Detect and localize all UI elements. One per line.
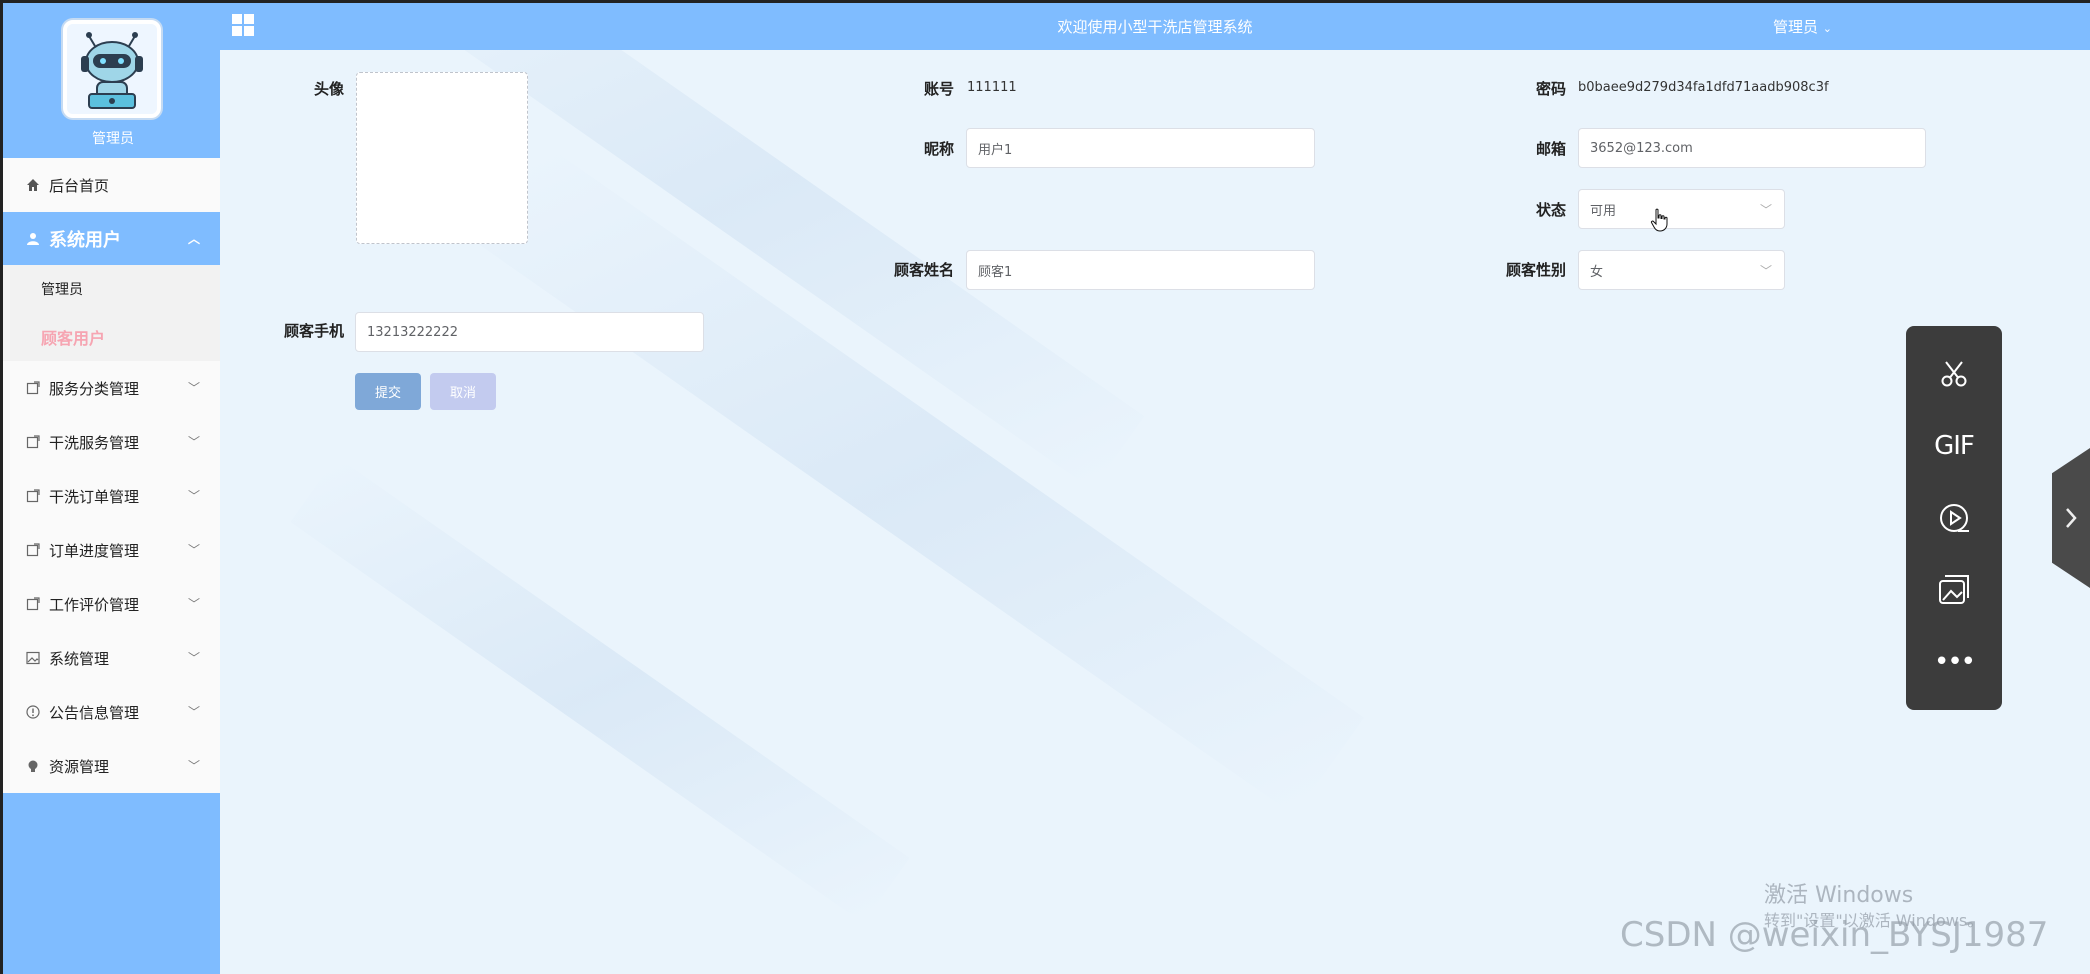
chevron-down-icon: ﹀ — [187, 759, 200, 773]
sidebar-item-label: 工作评价管理 — [49, 595, 140, 614]
sidebar-item-label: 资源管理 — [49, 757, 110, 776]
chevron-down-icon: ⌄ — [1822, 22, 1833, 35]
customer-gender-select-value: 女 — [1590, 264, 1604, 280]
bulb-icon — [25, 758, 41, 774]
chevron-down-icon: ﹀ — [187, 543, 200, 557]
avatar-upload[interactable] — [356, 72, 528, 244]
scissors-icon[interactable] — [1906, 354, 2002, 394]
avatar — [63, 20, 161, 118]
email-input[interactable]: 3652@123.com — [1578, 128, 1926, 168]
status-select[interactable]: 可用 ﹀ — [1578, 189, 1785, 229]
expand-side-tab[interactable] — [2052, 448, 2090, 588]
submit-button[interactable]: 提交 — [355, 373, 421, 410]
sidebar-item-dryclean-order[interactable]: 干洗订单管理 ﹀ — [3, 469, 220, 523]
sidebar-item-label: 干洗服务管理 — [49, 433, 140, 452]
sidebar-subitem-admin[interactable]: 管理员 — [3, 265, 220, 313]
background-streak — [290, 456, 910, 924]
account-label: 账号 — [923, 80, 954, 98]
chevron-down-icon: ﹀ — [187, 705, 200, 719]
sidebar-item-work-review[interactable]: 工作评价管理 ﹀ — [3, 577, 220, 631]
sidebar-menu: 后台首页 系统用户 ︿ 管理员 顾客用户 服务分类管理 ﹀ 干洗服务管理 ﹀ 干… — [3, 158, 220, 793]
chevron-down-icon: ﹀ — [187, 489, 200, 503]
chevron-down-icon: ﹀ — [187, 381, 200, 395]
status-label: 状态 — [1535, 201, 1566, 219]
sidebar-item-label: 后台首页 — [49, 176, 110, 195]
screenshot-image-icon[interactable] — [1906, 570, 2002, 610]
activate-windows-title: 激活 Windows — [1764, 883, 1914, 908]
robot-avatar-icon — [67, 24, 157, 114]
sub-menu: 管理员 顾客用户 — [3, 265, 220, 361]
doc-icon — [25, 434, 41, 450]
sidebar-item-system-management[interactable]: 系统管理 ﹀ — [3, 631, 220, 685]
gif-icon[interactable]: GIF — [1906, 426, 2002, 466]
chevron-down-icon: ﹀ — [187, 597, 200, 611]
doc-icon — [25, 488, 41, 504]
sidebar-item-home[interactable]: 后台首页 — [3, 158, 220, 212]
chevron-up-icon: ︿ — [187, 232, 200, 246]
chevron-right-icon — [2066, 508, 2077, 528]
sidebar-item-label: 干洗订单管理 — [49, 487, 140, 506]
sidebar: 管理员 后台首页 系统用户 ︿ 管理员 顾客用户 服务分类管理 ﹀ 干洗服务管理 — [0, 0, 220, 974]
customer-phone-input[interactable]: 13213222222 — [355, 312, 704, 352]
sidebar-subitem-customer-users[interactable]: 顾客用户 — [3, 313, 220, 361]
status-select-value: 可用 — [1590, 203, 1617, 219]
gif-label: GIF — [1934, 431, 1975, 461]
password-label: 密码 — [1535, 80, 1566, 98]
capture-toolbar: GIF ••• — [1906, 326, 2002, 710]
sidebar-item-label: 系统管理 — [49, 649, 110, 668]
sidebar-item-order-progress[interactable]: 订单进度管理 ﹀ — [3, 523, 220, 577]
avatar-label: 头像 — [313, 80, 344, 98]
sidebar-item-label: 公告信息管理 — [49, 703, 140, 722]
chevron-down-icon: ﹀ — [187, 435, 200, 449]
csdn-watermark: CSDN @weixin_BYSJ1987 — [1620, 915, 2049, 955]
nickname-input[interactable]: 用户1 — [966, 128, 1315, 168]
user-menu[interactable]: 管理员 ⌄ — [1773, 16, 1832, 37]
customer-phone-label: 顾客手机 — [283, 322, 344, 340]
chevron-down-icon: ﹀ — [187, 651, 200, 665]
chevron-down-icon: ﹀ — [1759, 203, 1772, 217]
top-header: 欢迎使用小型干洗店管理系统 管理员 ⌄ — [220, 0, 2090, 50]
doc-icon — [25, 596, 41, 612]
chevron-down-icon: ﹀ — [1759, 264, 1772, 278]
password-value: b0baee9d279d34fa1dfd71aadb908c3f — [1578, 80, 1829, 95]
sidebar-item-label: 订单进度管理 — [49, 541, 140, 560]
customer-name-label: 顾客姓名 — [893, 261, 954, 279]
admin-label: 管理员 — [92, 131, 134, 147]
picture-icon — [25, 650, 41, 666]
more-label: ••• — [1933, 647, 1976, 677]
sidebar-item-service-category[interactable]: 服务分类管理 ﹀ — [3, 361, 220, 415]
sidebar-item-system-users[interactable]: 系统用户 ︿ — [3, 212, 220, 265]
sidebar-item-label: 系统用户 — [49, 229, 121, 251]
sidebar-item-label: 服务分类管理 — [49, 379, 140, 398]
account-value: 111111 — [967, 80, 1017, 95]
user-icon — [25, 231, 41, 247]
customer-name-input[interactable]: 顾客1 — [966, 250, 1315, 290]
info-icon — [25, 704, 41, 720]
sidebar-item-resource[interactable]: 资源管理 ﹀ — [3, 739, 220, 793]
sidebar-item-dryclean-service[interactable]: 干洗服务管理 ﹀ — [3, 415, 220, 469]
email-label: 邮箱 — [1535, 140, 1566, 158]
doc-icon — [25, 380, 41, 396]
cancel-button[interactable]: 取消 — [430, 373, 496, 410]
sidebar-item-announcement[interactable]: 公告信息管理 ﹀ — [3, 685, 220, 739]
hand-cursor-icon — [1650, 208, 1668, 236]
user-menu-label: 管理员 — [1773, 18, 1819, 36]
nickname-label: 昵称 — [923, 140, 954, 158]
customer-gender-label: 顾客性别 — [1505, 261, 1566, 279]
doc-icon — [25, 542, 41, 558]
record-video-icon[interactable] — [1906, 498, 2002, 538]
customer-gender-select[interactable]: 女 ﹀ — [1578, 250, 1785, 290]
home-icon — [25, 177, 41, 193]
more-icon[interactable]: ••• — [1906, 642, 2002, 682]
